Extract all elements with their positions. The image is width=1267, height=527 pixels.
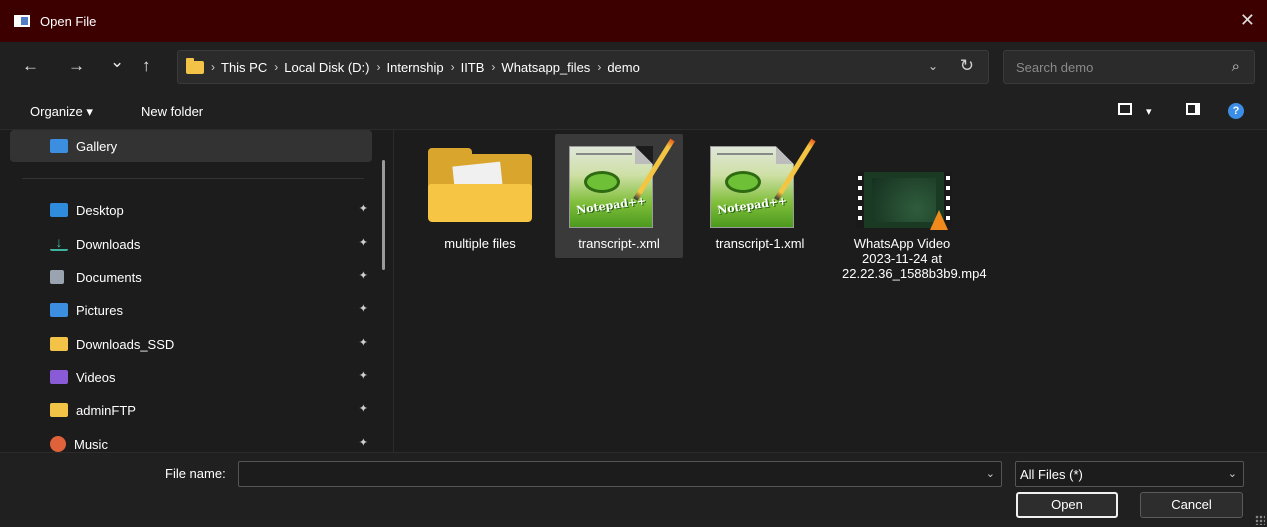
file-name-input[interactable]: ⌄ bbox=[238, 461, 1002, 487]
change-view-icon[interactable] bbox=[1118, 103, 1132, 115]
file-item-video[interactable]: WhatsApp Video 2023-11-24 at 22.22.36_15… bbox=[838, 134, 987, 314]
sidebar-item-label: Downloads_SSD bbox=[76, 336, 175, 352]
file-dialog-footer: File name: ⌄ All Files (*) ⌄ Open Cancel bbox=[0, 452, 1267, 527]
breadcrumb-separator-icon[interactable]: › bbox=[451, 60, 455, 74]
pin-icon[interactable]: ✦ bbox=[359, 269, 368, 282]
address-bar[interactable]: › This PC › Local Disk (D:) › Internship… bbox=[177, 50, 989, 84]
sidebar-item-label: Documents bbox=[76, 269, 142, 285]
sidebar-item-label: Music bbox=[74, 436, 108, 452]
breadcrumb-demo[interactable]: demo bbox=[607, 60, 640, 75]
preview-pane-icon[interactable] bbox=[1186, 103, 1200, 115]
sidebar-item-documents[interactable]: Documents ✦ bbox=[12, 261, 382, 293]
breadcrumb-internship[interactable]: Internship bbox=[386, 60, 443, 75]
sidebar-item-label: Downloads bbox=[76, 236, 141, 252]
folder-icon bbox=[186, 57, 204, 74]
breadcrumb-this-pc[interactable]: This PC bbox=[221, 60, 267, 75]
videos-icon bbox=[50, 370, 68, 384]
close-icon[interactable]: ✕ bbox=[1240, 11, 1255, 29]
sidebar-item-label: Gallery bbox=[76, 138, 118, 154]
recent-locations-chevron-icon[interactable]: ⌄ bbox=[110, 52, 124, 72]
pin-icon[interactable]: ✦ bbox=[359, 436, 368, 449]
gallery-icon bbox=[50, 139, 68, 153]
file-list: multiple files Notepad++ transcript-.xml… bbox=[395, 130, 1267, 452]
pin-icon[interactable]: ✦ bbox=[359, 302, 368, 315]
sidebar-item-label: Videos bbox=[76, 369, 116, 385]
file-name: multiple files bbox=[444, 236, 516, 251]
file-name-label: File name: bbox=[165, 466, 226, 481]
search-placeholder: Search demo bbox=[1016, 60, 1094, 75]
title-bar: Open File ✕ bbox=[0, 0, 1267, 42]
file-name: transcript-1.xml bbox=[715, 236, 805, 251]
search-icon[interactable]: ⌕ bbox=[1232, 58, 1240, 75]
resize-grip-icon[interactable] bbox=[1255, 515, 1265, 525]
navigation-bar: ← → ⌄ ↑ › This PC › Local Disk (D:) › In… bbox=[0, 42, 1267, 92]
breadcrumb-separator-icon[interactable]: › bbox=[211, 60, 215, 74]
breadcrumb-whatsapp-files[interactable]: Whatsapp_files bbox=[501, 60, 590, 75]
new-folder-button[interactable]: New folder bbox=[141, 104, 203, 119]
file-type-value: All Files (*) bbox=[1020, 467, 1083, 482]
download-icon: ↓ bbox=[50, 235, 68, 251]
file-item-xml[interactable]: Notepad++ transcript-1.xml bbox=[696, 134, 824, 258]
sidebar-divider bbox=[22, 178, 364, 179]
sidebar-item-downloads-ssd[interactable]: Downloads_SSD ✦ bbox=[12, 328, 382, 360]
pictures-icon bbox=[50, 303, 68, 317]
pin-icon[interactable]: ✦ bbox=[359, 402, 368, 415]
cancel-button[interactable]: Cancel bbox=[1140, 492, 1243, 518]
breadcrumb-iitb[interactable]: IITB bbox=[461, 60, 485, 75]
open-button[interactable]: Open bbox=[1016, 492, 1118, 518]
sidebar-item-gallery[interactable]: Gallery bbox=[10, 130, 372, 162]
sidebar-item-pictures[interactable]: Pictures ✦ bbox=[12, 294, 382, 326]
breadcrumb-separator-icon[interactable]: › bbox=[376, 60, 380, 74]
refresh-icon[interactable]: ↻ bbox=[960, 56, 974, 76]
sidebar-item-desktop[interactable]: Desktop ✦ bbox=[12, 194, 382, 226]
documents-icon bbox=[50, 270, 64, 284]
pin-icon[interactable]: ✦ bbox=[359, 336, 368, 349]
sidebar-item-downloads[interactable]: ↓ Downloads ✦ bbox=[12, 228, 382, 260]
breadcrumb-separator-icon[interactable]: › bbox=[491, 60, 495, 74]
breadcrumb-separator-icon[interactable]: › bbox=[274, 60, 278, 74]
file-name: WhatsApp Video 2023-11-24 at 22.22.36_15… bbox=[842, 236, 987, 281]
file-item-folder[interactable]: multiple files bbox=[416, 134, 544, 258]
pin-icon[interactable]: ✦ bbox=[359, 369, 368, 382]
forward-arrow-icon[interactable]: → bbox=[68, 56, 85, 76]
file-type-select[interactable]: All Files (*) ⌄ bbox=[1015, 461, 1244, 487]
file-name-history-chevron-icon[interactable]: ⌄ bbox=[986, 467, 995, 480]
file-item-xml[interactable]: Notepad++ transcript-.xml bbox=[555, 134, 683, 258]
sidebar-item-adminftp[interactable]: adminFTP ✦ bbox=[12, 394, 382, 426]
view-options-chevron-icon[interactable]: ▾ bbox=[1146, 105, 1152, 118]
breadcrumb-separator-icon[interactable]: › bbox=[597, 60, 601, 74]
sidebar-scrollbar[interactable] bbox=[382, 160, 385, 270]
folder-icon bbox=[50, 403, 68, 417]
back-arrow-icon[interactable]: ← bbox=[22, 56, 39, 76]
breadcrumb-local-disk[interactable]: Local Disk (D:) bbox=[284, 60, 369, 75]
desktop-icon bbox=[50, 203, 68, 217]
organize-button[interactable]: Organize ▾ bbox=[30, 104, 93, 120]
navigation-pane: Gallery Desktop ✦ ↓ Downloads ✦ Document… bbox=[0, 130, 394, 452]
folder-icon bbox=[50, 337, 68, 351]
address-history-chevron-icon[interactable]: ⌄ bbox=[928, 59, 938, 73]
sidebar-item-label: adminFTP bbox=[76, 402, 136, 418]
search-input[interactable]: Search demo ⌕ bbox=[1003, 50, 1255, 84]
vlc-cone-icon bbox=[930, 210, 948, 230]
pin-icon[interactable]: ✦ bbox=[359, 202, 368, 215]
sidebar-item-label: Pictures bbox=[76, 302, 123, 318]
command-bar: Organize ▾ New folder ▾ ? bbox=[0, 92, 1267, 130]
help-icon[interactable]: ? bbox=[1228, 103, 1244, 119]
music-icon bbox=[50, 436, 66, 452]
folder-icon bbox=[428, 148, 532, 222]
window-title: Open File bbox=[40, 13, 97, 29]
file-name: transcript-.xml bbox=[578, 236, 660, 251]
dialog-icon bbox=[14, 15, 30, 27]
up-arrow-icon[interactable]: ↑ bbox=[142, 56, 151, 76]
sidebar-item-music[interactable]: Music ✦ bbox=[12, 428, 382, 452]
sidebar-item-label: Desktop bbox=[76, 202, 124, 218]
pin-icon[interactable]: ✦ bbox=[359, 236, 368, 249]
sidebar-item-videos[interactable]: Videos ✦ bbox=[12, 361, 382, 393]
file-type-chevron-icon[interactable]: ⌄ bbox=[1228, 467, 1237, 480]
